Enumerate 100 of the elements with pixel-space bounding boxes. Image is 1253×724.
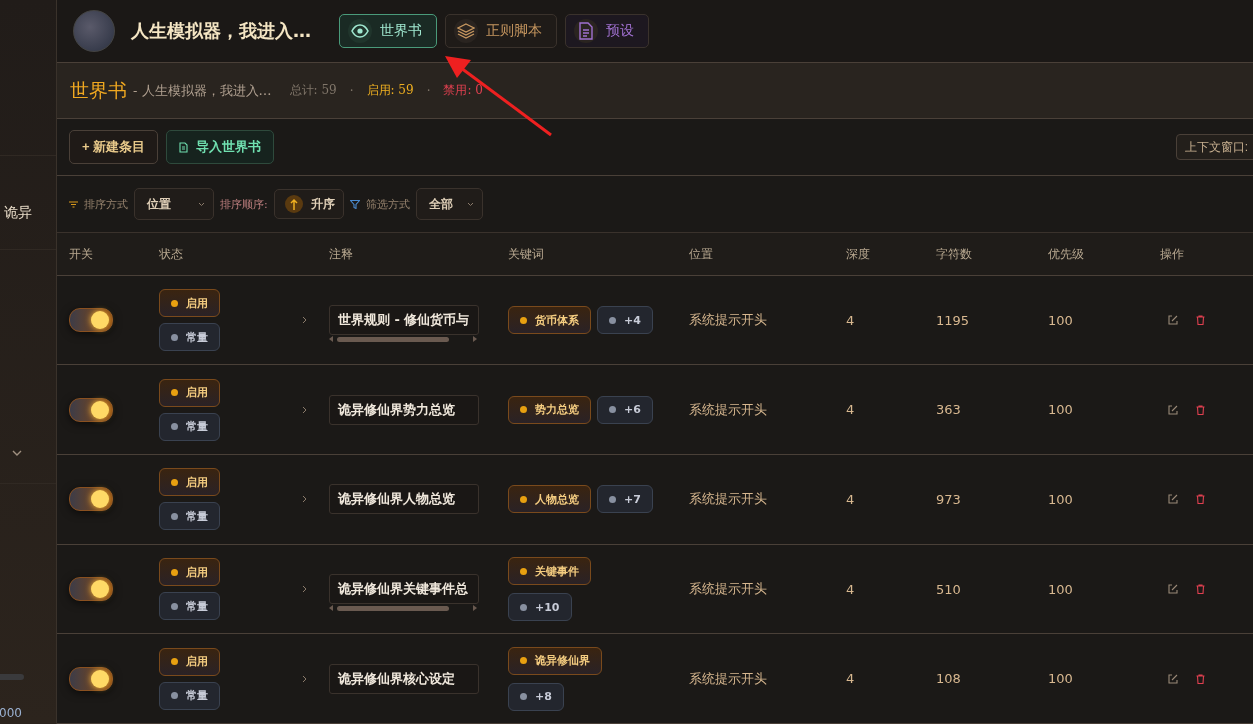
sidebar-text: 诡异 <box>4 204 33 222</box>
expand-chevron-icon[interactable] <box>302 405 307 414</box>
expand-chevron-icon[interactable] <box>302 495 307 504</box>
enabled-count: 启用: 59 <box>366 82 414 100</box>
priority-cell-text: 100 <box>1048 581 1074 597</box>
position-cell-text: 系统提示开头 <box>689 311 768 330</box>
comment-field[interactable]: 诡异修仙界势力总览 <box>329 394 479 425</box>
delete-icon[interactable] <box>1196 404 1205 415</box>
separator-dot: · <box>426 83 431 98</box>
mode-tag: 常量 <box>159 592 220 621</box>
caret-icon <box>198 201 205 207</box>
depth-cell-text: 4 <box>846 491 856 507</box>
delete-icon[interactable] <box>1196 673 1205 684</box>
toggle-switch[interactable] <box>69 577 113 602</box>
book-subtitle: - 人生模拟器，我进入… <box>133 81 272 100</box>
depth-cell-text: 4 <box>846 402 856 418</box>
delete-icon[interactable] <box>1196 494 1205 505</box>
edit-icon[interactable] <box>1168 494 1178 505</box>
sort-by-select[interactable]: 位置 <box>134 188 214 221</box>
scrollbar[interactable] <box>329 605 477 612</box>
mode-tag: 常量 <box>159 502 220 531</box>
comment-field[interactable]: 诡异修仙界关键事件总 <box>329 574 479 605</box>
expand-chevron-icon[interactable] <box>302 585 307 594</box>
keyword-tag: 关键事件 <box>508 557 591 586</box>
document-icon <box>579 22 593 40</box>
column-header: 深度 <box>846 245 871 263</box>
position-cell-text: 系统提示开头 <box>689 490 768 509</box>
chars-cell-text: 108 <box>936 671 962 687</box>
priority-cell-text: 100 <box>1048 671 1074 687</box>
keyword-tag: 诡异修仙界 <box>508 646 602 675</box>
delete-icon[interactable] <box>1196 584 1205 595</box>
edit-icon[interactable] <box>1168 315 1178 326</box>
avatar <box>73 10 115 52</box>
column-header: 注释 <box>329 245 354 263</box>
mode-tag: 常量 <box>159 323 220 352</box>
filter-label: 筛选方式 <box>365 196 410 212</box>
status-tag: 启用 <box>159 289 220 318</box>
toggle-switch[interactable] <box>69 308 113 333</box>
comment-field[interactable]: 诡异修仙界核心设定 <box>329 663 479 694</box>
position-cell-text: 系统提示开头 <box>689 580 768 599</box>
arrow-up-icon <box>289 198 298 211</box>
expand-chevron-icon[interactable] <box>302 316 307 325</box>
tab[interactable]: 世界书 <box>339 14 437 48</box>
tab[interactable]: 预设 <box>565 14 649 48</box>
sort-icon <box>69 200 78 208</box>
edit-icon[interactable] <box>1168 404 1178 415</box>
chars-cell-text: 973 <box>936 491 962 507</box>
status-tag: 启用 <box>159 468 220 497</box>
caret-icon <box>466 201 474 207</box>
toggle-switch[interactable] <box>69 666 113 691</box>
separator-dot: · <box>349 83 354 98</box>
mode-tag: 常量 <box>159 681 220 710</box>
status-tag: 启用 <box>159 558 220 587</box>
priority-cell-text: 100 <box>1048 402 1074 418</box>
chars-cell-text: 363 <box>936 402 962 418</box>
filter-icon <box>349 199 360 209</box>
context-window-button[interactable]: 上下文窗口: <box>1175 134 1253 161</box>
status-tag: 启用 <box>159 647 220 676</box>
toggle-switch[interactable] <box>69 397 113 422</box>
column-header: 关键词 <box>508 245 545 263</box>
priority-cell-text: 100 <box>1048 312 1074 328</box>
toggle-switch[interactable] <box>69 487 113 512</box>
sort-order-button[interactable]: 升序 <box>273 189 344 220</box>
edit-icon[interactable] <box>1168 673 1178 684</box>
scrollbar[interactable] <box>329 336 477 343</box>
slider-track[interactable] <box>0 674 24 680</box>
delete-icon[interactable] <box>1196 315 1205 326</box>
depth-cell-text: 4 <box>846 581 856 597</box>
comment-field[interactable]: 世界规则 - 修仙货币与 <box>329 305 479 336</box>
depth-cell-text: 4 <box>846 671 856 687</box>
keyword-tag: 货币体系 <box>508 306 591 335</box>
status-tag: 启用 <box>159 378 220 407</box>
edit-icon[interactable] <box>1168 584 1178 595</box>
more-keywords-tag: +6 <box>597 395 653 424</box>
tab[interactable]: 正则脚本 <box>445 14 557 48</box>
total-count: 总计: 59 <box>289 82 337 100</box>
import-button[interactable]: 导入世界书 <box>166 130 275 165</box>
sort-by-label: 排序方式 <box>84 196 128 212</box>
book-title: 世界书 <box>70 77 127 103</box>
counter-text: 000 <box>0 706 23 720</box>
position-cell-text: 系统提示开头 <box>689 669 768 688</box>
column-header: 位置 <box>689 245 714 263</box>
disabled-count: 禁用: 0 <box>443 82 483 100</box>
more-keywords-tag: +4 <box>597 306 653 335</box>
new-entry-button[interactable]: + 新建条目 <box>69 130 159 165</box>
priority-cell-text: 100 <box>1048 491 1074 507</box>
sort-order-label: 排序顺序: <box>220 196 268 212</box>
more-keywords-tag: +10 <box>508 593 572 622</box>
chars-cell-text: 510 <box>936 581 962 597</box>
filter-select[interactable]: 全部 <box>415 188 483 221</box>
file-icon <box>179 141 189 153</box>
position-cell-text: 系统提示开头 <box>689 400 768 419</box>
chevron-down-icon[interactable] <box>12 450 22 456</box>
layers-icon <box>457 23 475 39</box>
expand-chevron-icon[interactable] <box>302 674 307 683</box>
eye-icon <box>351 24 369 38</box>
more-keywords-tag: +8 <box>508 682 564 711</box>
more-keywords-tag: +7 <box>597 485 653 514</box>
comment-field[interactable]: 诡异修仙界人物总览 <box>329 484 479 515</box>
chars-cell-text: 1195 <box>936 312 971 328</box>
